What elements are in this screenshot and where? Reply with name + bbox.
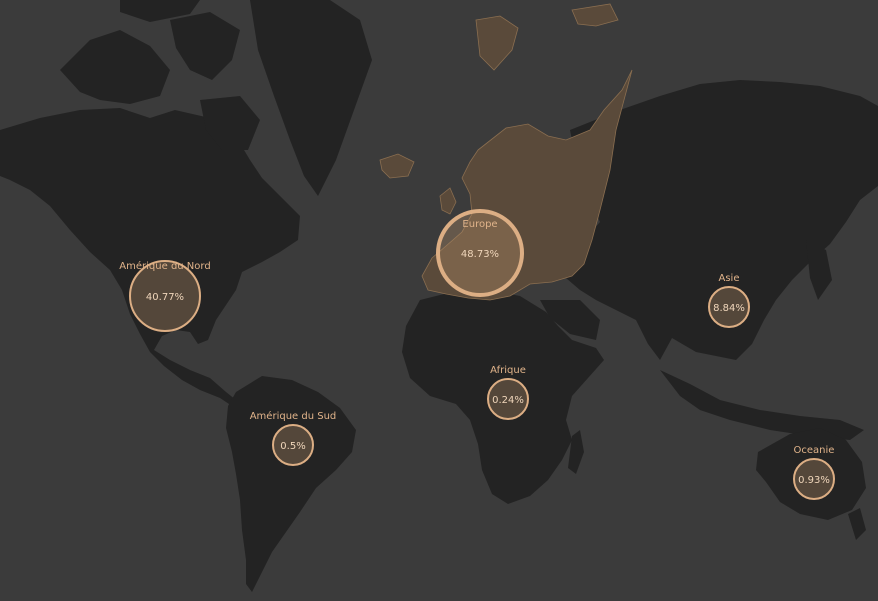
bubble-value: 0.24% — [492, 395, 524, 406]
bubble-value: 40.77% — [146, 292, 184, 303]
bubble-value: 0.93% — [798, 475, 830, 486]
bubble-oceania[interactable]: Oceanie 0.93% — [793, 445, 835, 500]
bubble-label: Afrique — [490, 365, 526, 376]
bubble-value: 48.73% — [461, 249, 499, 260]
bubble-europe[interactable]: Europe 48.73% — [436, 209, 524, 297]
world-map: Amérique du Nord 40.77% Europe 48.73% As… — [0, 0, 878, 601]
bubble-label: Amérique du Sud — [250, 410, 337, 422]
bubble-label: Asie — [719, 273, 740, 284]
bubble-value: 0.5% — [280, 441, 305, 452]
map-canvas: Amérique du Nord 40.77% Europe 48.73% As… — [0, 0, 878, 601]
bubble-label: Europe — [462, 219, 497, 230]
bubble-label: Oceanie — [794, 445, 835, 456]
bubble-label: Amérique du Nord — [119, 260, 210, 272]
bubble-value: 8.84% — [713, 303, 745, 314]
bubble-africa[interactable]: Afrique 0.24% — [487, 365, 529, 420]
